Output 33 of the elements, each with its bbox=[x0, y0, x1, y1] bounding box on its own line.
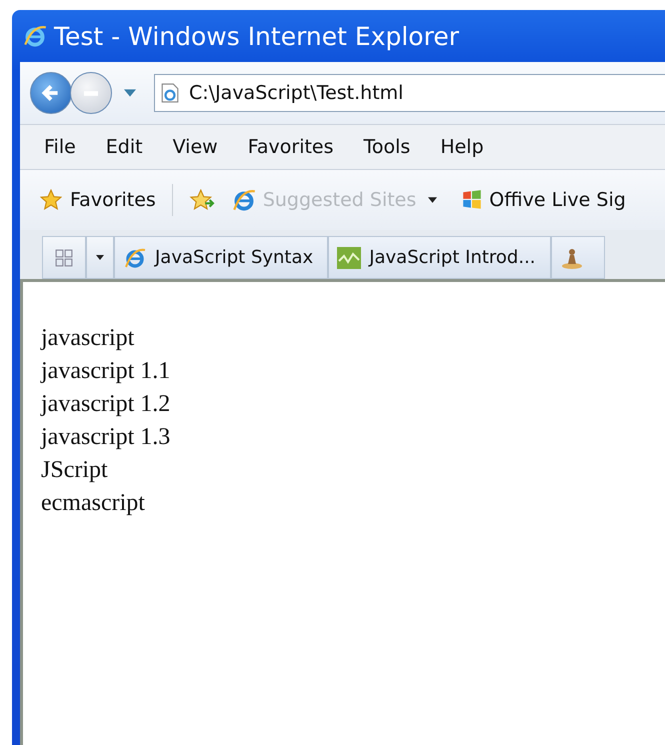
browser-tab[interactable] bbox=[550, 236, 605, 279]
page-text-line: javascript 1.3 bbox=[41, 423, 172, 452]
ie-logo-icon bbox=[22, 23, 48, 49]
windows-logo-icon bbox=[461, 189, 484, 211]
menu-item[interactable]: File bbox=[44, 136, 76, 158]
caret-icon bbox=[428, 197, 438, 203]
window-title: Test - Windows Internet Explorer bbox=[54, 22, 459, 50]
forward-button[interactable] bbox=[70, 72, 112, 114]
page-icon bbox=[161, 83, 179, 103]
menu-item[interactable]: Tools bbox=[364, 136, 410, 158]
back-button[interactable] bbox=[30, 72, 72, 114]
menu-item[interactable]: View bbox=[172, 136, 218, 158]
minus-icon bbox=[84, 90, 98, 96]
menu-item[interactable]: Favorites bbox=[248, 136, 334, 158]
page-text-line: javascript bbox=[41, 324, 136, 353]
favorites-link[interactable]: Offive Live Sig bbox=[455, 189, 626, 211]
grid-icon bbox=[55, 248, 73, 266]
quick-tabs-button[interactable] bbox=[42, 236, 86, 279]
menu-item[interactable]: Edit bbox=[106, 136, 143, 158]
add-favorite-icon[interactable] bbox=[188, 189, 217, 211]
page-text-line: javascript 1.1 bbox=[41, 357, 172, 386]
dropdown-arrow-icon[interactable] bbox=[124, 89, 136, 97]
page-text-line: ecmascript bbox=[41, 489, 146, 518]
star-icon bbox=[40, 189, 62, 211]
page-text-line: javascript 1.2 bbox=[41, 390, 172, 419]
address-field[interactable]: C:\JavaScript\Test.html bbox=[154, 74, 665, 112]
browser-tab[interactable]: JavaScript Introd... bbox=[328, 236, 551, 279]
caret-icon bbox=[96, 255, 104, 260]
browser-tab[interactable]: JavaScript Syntax bbox=[114, 236, 328, 279]
menu-item[interactable]: Help bbox=[440, 136, 484, 158]
favorites-button[interactable]: Favorites bbox=[40, 189, 156, 211]
ie-logo-icon bbox=[230, 187, 257, 213]
page-text-line: JScript bbox=[41, 456, 109, 485]
